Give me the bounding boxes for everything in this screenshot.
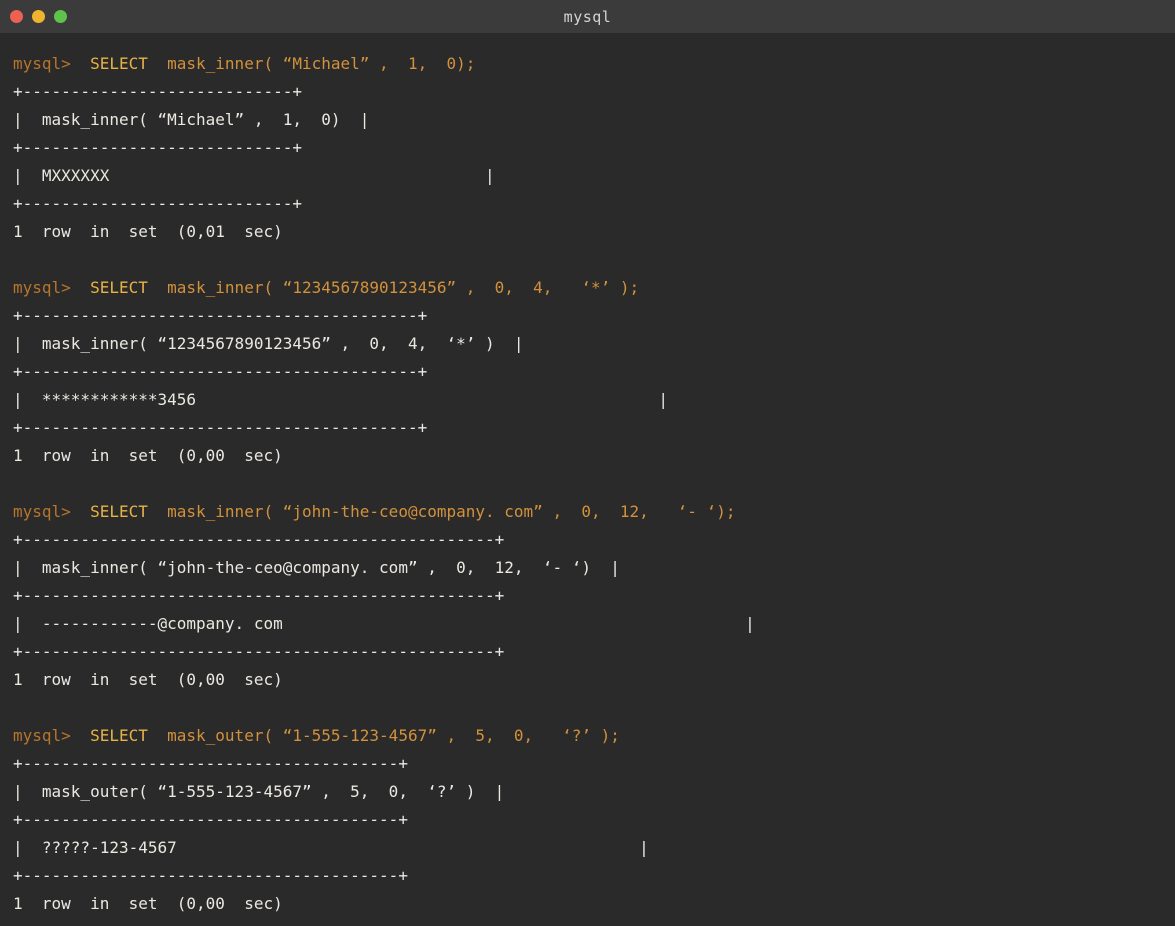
query-block: mysql> SELECT mask_outer( “1-555-123-456…	[13, 722, 1167, 918]
command-line: mysql> SELECT mask_outer( “1-555-123-456…	[13, 722, 1167, 750]
table-data-row: | ************3456 |	[13, 386, 1167, 414]
traffic-lights	[10, 0, 67, 33]
query-block: mysql> SELECT mask_inner( “1234567890123…	[13, 274, 1167, 470]
zoom-button[interactable]	[54, 10, 67, 23]
command-line: mysql> SELECT mask_inner( “1234567890123…	[13, 274, 1167, 302]
table-data-row: | ?????-123-4567 |	[13, 834, 1167, 862]
command-line: mysql> SELECT mask_inner( “john-the-ceo@…	[13, 498, 1167, 526]
table-border-line: +---------------------------------------…	[13, 806, 1167, 834]
table-border-line: +---------------------------------------…	[13, 750, 1167, 778]
table-data-row: | ------------@company. com |	[13, 610, 1167, 638]
table-border-line: +---------------------------------------…	[13, 358, 1167, 386]
minimize-button[interactable]	[32, 10, 45, 23]
row-count-status: 1 row in set (0,00 sec)	[13, 666, 1167, 694]
query-block: mysql> SELECT mask_inner( “Michael” , 1,…	[13, 50, 1167, 246]
mysql-prompt: mysql>	[13, 502, 71, 521]
table-border-line: +---------------------------------------…	[13, 414, 1167, 442]
mysql-prompt: mysql>	[13, 278, 71, 297]
row-count-status: 1 row in set (0,00 sec)	[13, 890, 1167, 918]
terminal-window: mysql mysql> SELECT mask_inner( “Michael…	[0, 0, 1175, 926]
sql-command: mask_outer( “1-555-123-4567” , 5, 0, ‘?’…	[167, 726, 620, 745]
window-title: mysql	[564, 8, 612, 26]
row-count-status: 1 row in set (0,00 sec)	[13, 442, 1167, 470]
table-header-row: | mask_inner( “john-the-ceo@company. com…	[13, 554, 1167, 582]
sql-command: mask_inner( “Michael” , 1, 0);	[167, 54, 475, 73]
table-border-line: +----------------------------+	[13, 190, 1167, 218]
titlebar[interactable]: mysql	[0, 0, 1175, 33]
row-count-status: 1 row in set (0,01 sec)	[13, 218, 1167, 246]
sql-command: mask_inner( “john-the-ceo@company. com” …	[167, 502, 735, 521]
sql-command: mask_inner( “1234567890123456” , 0, 4, ‘…	[167, 278, 639, 297]
sql-keyword: SELECT	[90, 502, 148, 521]
sql-keyword: SELECT	[90, 278, 148, 297]
table-border-line: +----------------------------+	[13, 78, 1167, 106]
table-border-line: +----------------------------+	[13, 134, 1167, 162]
table-border-line: +---------------------------------------…	[13, 582, 1167, 610]
sql-keyword: SELECT	[90, 54, 148, 73]
table-data-row: | MXXXXXX |	[13, 162, 1167, 190]
mysql-prompt: mysql>	[13, 726, 71, 745]
table-header-row: | mask_outer( “1-555-123-4567” , 5, 0, ‘…	[13, 778, 1167, 806]
table-border-line: +---------------------------------------…	[13, 302, 1167, 330]
close-button[interactable]	[10, 10, 23, 23]
table-border-line: +---------------------------------------…	[13, 862, 1167, 890]
query-block: mysql> SELECT mask_inner( “john-the-ceo@…	[13, 498, 1167, 694]
sql-keyword: SELECT	[90, 726, 148, 745]
table-border-line: +---------------------------------------…	[13, 638, 1167, 666]
terminal-output: mysql> SELECT mask_inner( “Michael” , 1,…	[0, 33, 1175, 926]
table-header-row: | mask_inner( “Michael” , 1, 0) |	[13, 106, 1167, 134]
command-line: mysql> SELECT mask_inner( “Michael” , 1,…	[13, 50, 1167, 78]
table-header-row: | mask_inner( “1234567890123456” , 0, 4,…	[13, 330, 1167, 358]
table-border-line: +---------------------------------------…	[13, 526, 1167, 554]
mysql-prompt: mysql>	[13, 54, 71, 73]
